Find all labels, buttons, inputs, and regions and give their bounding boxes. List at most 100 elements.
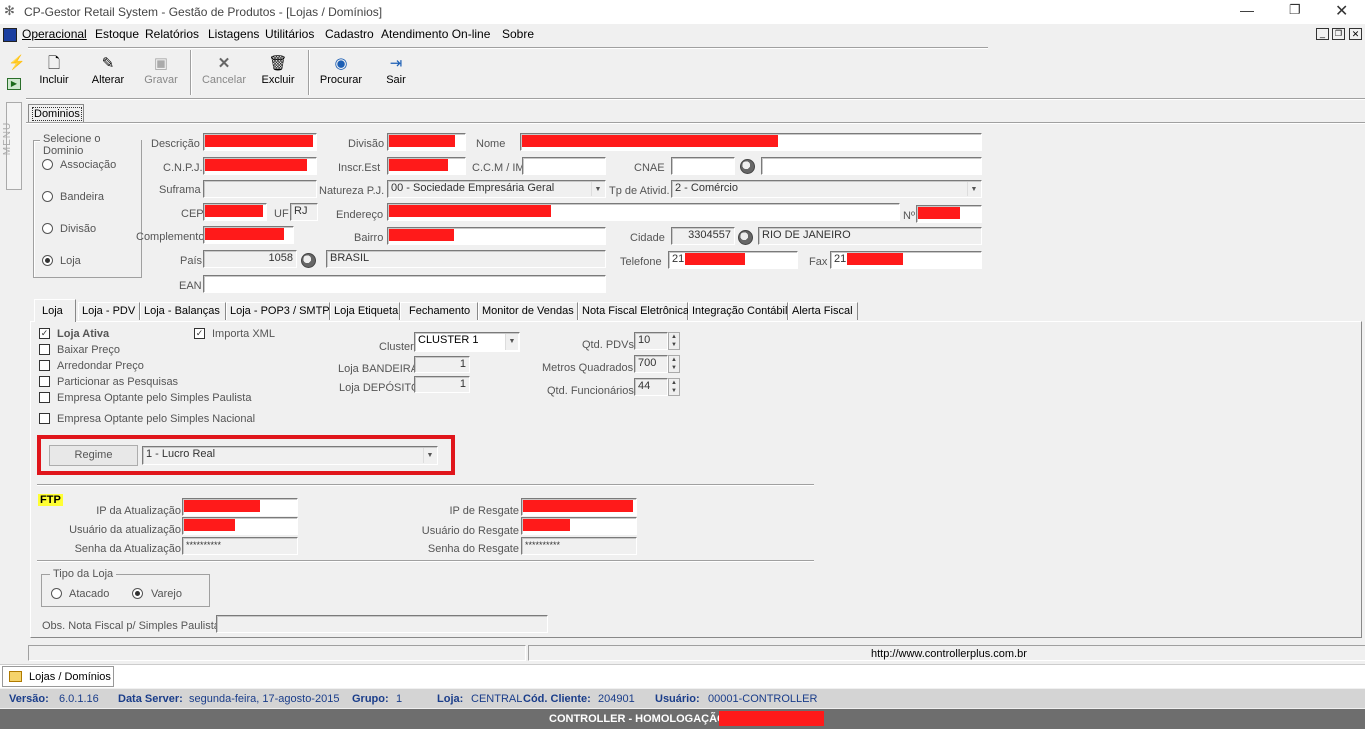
mdi-restore-button[interactable]: ❐ [1332,28,1345,40]
menu-estoque[interactable]: Estoque [95,27,139,41]
pais-name-field[interactable]: BRASIL [326,250,606,268]
funcionarios-field[interactable]: 44 [634,378,668,396]
tab-dominios[interactable]: Dominios [28,104,84,122]
deposito-field[interactable]: 1 [414,376,470,393]
tab-loja[interactable]: Loja [34,299,76,322]
chevron-down-icon[interactable]: ▼ [591,182,604,196]
bandeira-field[interactable]: 1 [414,356,470,373]
pais-code-field[interactable]: 1058 [203,250,297,268]
cnpj-field[interactable] [203,157,317,175]
radio-loja[interactable] [42,255,53,266]
regime-select[interactable]: 1 - Lucro Real ▼ [142,446,438,465]
pais-search-icon[interactable] [301,253,316,268]
loja-ativa-checkbox[interactable]: ✓ [39,328,50,339]
endereco-field[interactable] [387,203,900,221]
nome-field[interactable] [520,133,982,151]
suframa-field[interactable] [203,180,317,198]
gravar-button[interactable]: ▣ Gravar [142,54,180,94]
ip-resgate-field[interactable] [521,498,637,516]
mdi-minimize-button[interactable]: _ [1316,28,1329,40]
menu-atendimento[interactable]: Atendimento On-line [381,27,490,41]
chevron-down-icon[interactable]: ▼ [505,334,518,350]
ean-field[interactable] [203,275,606,293]
tab-nota-fiscal[interactable]: Nota Fiscal Eletrônica [578,302,689,320]
chevron-down-icon[interactable]: ▼ [967,182,980,196]
menu-operacional[interactable]: Operacional [22,27,87,41]
mdi-close-button[interactable]: ✕ [1349,28,1362,40]
chevron-down-icon[interactable]: ▼ [423,448,436,463]
funcionarios-stepper[interactable]: ▲ ▼ [668,378,680,396]
descricao-field[interactable] [203,133,317,151]
ccm-field[interactable] [522,157,606,175]
simples-nacional-checkbox[interactable] [39,413,50,424]
ip-atualizacao-field[interactable] [182,498,298,516]
sair-button[interactable]: ⇥ Sair [380,54,412,94]
tab-loja-pdv[interactable]: Loja - PDV [78,302,140,320]
complemento-field[interactable] [203,226,294,244]
cidade-search-icon[interactable] [738,230,753,245]
divisao-field[interactable] [387,133,466,151]
maximize-button[interactable]: ❐ [1289,2,1301,18]
tab-alerta-fiscal[interactable]: Alerta Fiscal [788,302,858,320]
window-tab-lojas[interactable]: Lojas / Domínios [2,666,114,687]
usuario-resgate-field[interactable] [521,517,637,535]
senha-atualizacao-field[interactable]: ********** [182,537,298,555]
menu-relatorios[interactable]: Relatórios [145,27,199,41]
cluster-select[interactable]: CLUSTER 1 ▼ [414,332,520,352]
play-panel-icon[interactable]: ▶ [7,78,21,90]
metros-field[interactable]: 700 [634,355,668,373]
menu-sobre[interactable]: Sobre [502,27,534,41]
importa-xml-checkbox[interactable]: ✓ [194,328,205,339]
tp-ativ-select[interactable]: 2 - Comércio ▼ [671,180,982,198]
simples-paulista-checkbox[interactable] [39,392,50,403]
status-url[interactable]: http://www.controllerplus.com.br [871,648,1027,660]
numero-field[interactable] [916,205,982,223]
tab-loja-pop3[interactable]: Loja - POP3 / SMTP [226,302,330,320]
menu-listagens[interactable]: Listagens [208,27,259,41]
obs-nota-field[interactable] [216,615,548,633]
arredondar-preco-checkbox[interactable] [39,360,50,371]
radio-varejo[interactable] [132,588,143,599]
cancelar-button[interactable]: ✕ Cancelar [200,54,248,94]
radio-bandeira[interactable] [42,191,53,202]
tab-loja-balancas[interactable]: Loja - Balanças [140,302,226,320]
cnae-search-icon[interactable] [740,159,755,174]
particionar-checkbox[interactable] [39,376,50,387]
excluir-button[interactable]: 🗑 Excluir [258,54,298,94]
tab-integracao[interactable]: Integração Contábil [688,302,788,320]
uf-field[interactable]: RJ [290,203,318,221]
gravar-label: Gravar [144,74,178,86]
inscr-field[interactable] [387,157,466,175]
tab-loja-etiqueta[interactable]: Loja Etiqueta [330,302,400,320]
side-menu-tab[interactable]: MENU [2,102,22,190]
cidade-code-field[interactable]: 3304557 [671,227,735,245]
radio-associacao[interactable] [42,159,53,170]
senha-resgate-field[interactable]: ********** [521,537,637,555]
cep-field[interactable] [203,203,267,221]
metros-stepper[interactable]: ▲ ▼ [668,355,680,373]
pdvs-field[interactable]: 10 [634,332,668,350]
fax-field[interactable]: 21 [830,251,982,269]
cnae-desc-field[interactable] [761,157,982,175]
radio-atacado[interactable] [51,588,62,599]
menu-utilitarios[interactable]: Utilitários [265,27,314,41]
lightning-icon[interactable]: ⚡ [8,54,25,71]
cnae-field[interactable] [671,157,735,175]
natureza-select[interactable]: 00 - Sociedade Empresária Geral ▼ [387,180,606,198]
tab-monitor-vendas[interactable]: Monitor de Vendas [478,302,578,320]
radio-divisao[interactable] [42,223,53,234]
minimize-button[interactable]: — [1240,2,1254,18]
alterar-button[interactable]: ✎ Alterar [88,54,128,94]
tab-fechamento[interactable]: Fechamento [400,302,478,320]
incluir-button[interactable]: 🗋 Incluir [36,54,72,94]
cidade-name-field[interactable]: RIO DE JANEIRO [758,227,982,245]
telefone-field[interactable]: 21 [668,251,798,269]
procurar-button[interactable]: ◉ Procurar [316,54,366,94]
regime-button[interactable]: Regime [49,445,138,466]
bairro-field[interactable] [387,227,606,245]
close-button[interactable]: ✕ [1335,1,1348,21]
usuario-atualizacao-field[interactable] [182,517,298,535]
baixar-preco-checkbox[interactable] [39,344,50,355]
menu-cadastro[interactable]: Cadastro [325,27,374,41]
pdvs-stepper[interactable]: ▲ ▼ [668,332,680,350]
